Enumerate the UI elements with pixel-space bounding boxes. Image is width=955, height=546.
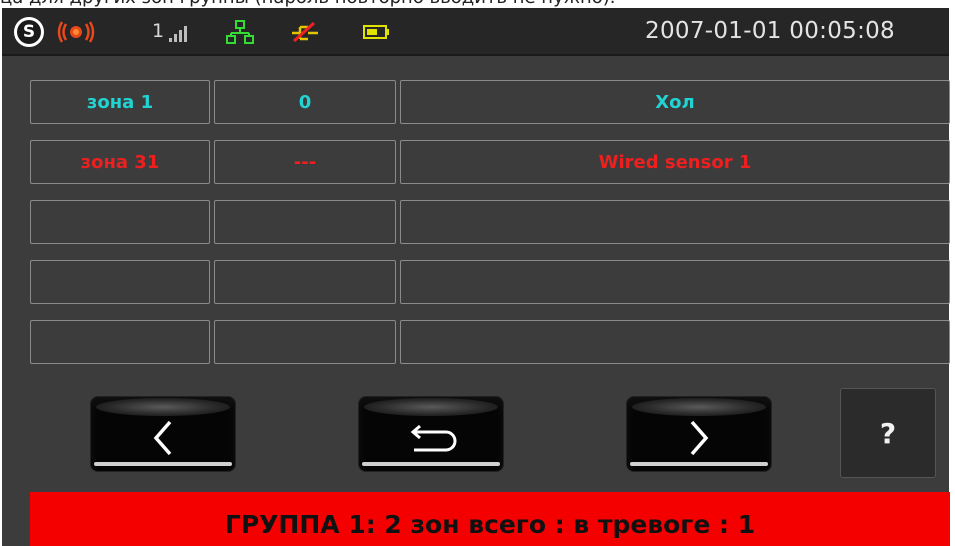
- group-status-text: ГРУППА 1: 2 зон всего : в тревоге : 1: [224, 509, 756, 539]
- zone-name-cell: Хол: [400, 80, 950, 124]
- battery-icon: [363, 25, 389, 39]
- signal-number: 1: [152, 20, 165, 42]
- zone-name-cell: [400, 200, 950, 244]
- zone-number-cell: зона 31: [30, 140, 210, 184]
- zone-number-cell: зона 1: [30, 80, 210, 124]
- siren-alarm-icon: [57, 21, 95, 43]
- signal-bars-icon: [169, 26, 187, 42]
- help-button[interactable]: ?: [840, 388, 936, 478]
- logo-letter: S: [17, 20, 41, 44]
- zone-number-cell: [30, 320, 210, 364]
- chevron-left-icon: [153, 420, 172, 456]
- zone-value-cell: ---: [214, 140, 396, 184]
- next-button-cap: [632, 398, 766, 416]
- zone-name-cell: [400, 260, 950, 304]
- zone-value-cell: [214, 320, 396, 364]
- panel-screen: S 1 2007-01-01 00:05:08 зона 1 0 Хол зон…: [2, 8, 950, 546]
- chevron-right-icon: [690, 420, 709, 456]
- help-label: ?: [879, 416, 897, 450]
- back-button-cap: [364, 398, 498, 416]
- zone-number-cell: [30, 200, 210, 244]
- group-status-bar: ГРУППА 1: 2 зон всего : в тревоге : 1: [30, 492, 950, 546]
- zone-value-cell: 0: [214, 80, 396, 124]
- next-button-highlight: [630, 462, 768, 466]
- next-button[interactable]: [626, 396, 772, 472]
- return-arrow-icon: [410, 424, 457, 452]
- zone-name-cell: [400, 320, 950, 364]
- zone-value-cell: [214, 260, 396, 304]
- back-button[interactable]: [358, 396, 504, 472]
- back-button-highlight: [362, 462, 500, 466]
- prev-button[interactable]: [90, 396, 236, 472]
- logo-icon: S: [14, 17, 44, 47]
- zone-value-cell: [214, 200, 396, 244]
- prev-button-highlight: [94, 462, 232, 466]
- zone-name-cell: Wired sensor 1: [400, 140, 950, 184]
- network-icon: [226, 20, 254, 44]
- prev-button-cap: [96, 398, 230, 416]
- zone-number-cell: [30, 260, 210, 304]
- power-disconnected-icon: [292, 21, 318, 43]
- datetime-display: 2007-01-01 00:05:08: [645, 18, 895, 44]
- status-bar: S 1 2007-01-01 00:05:08: [2, 8, 949, 56]
